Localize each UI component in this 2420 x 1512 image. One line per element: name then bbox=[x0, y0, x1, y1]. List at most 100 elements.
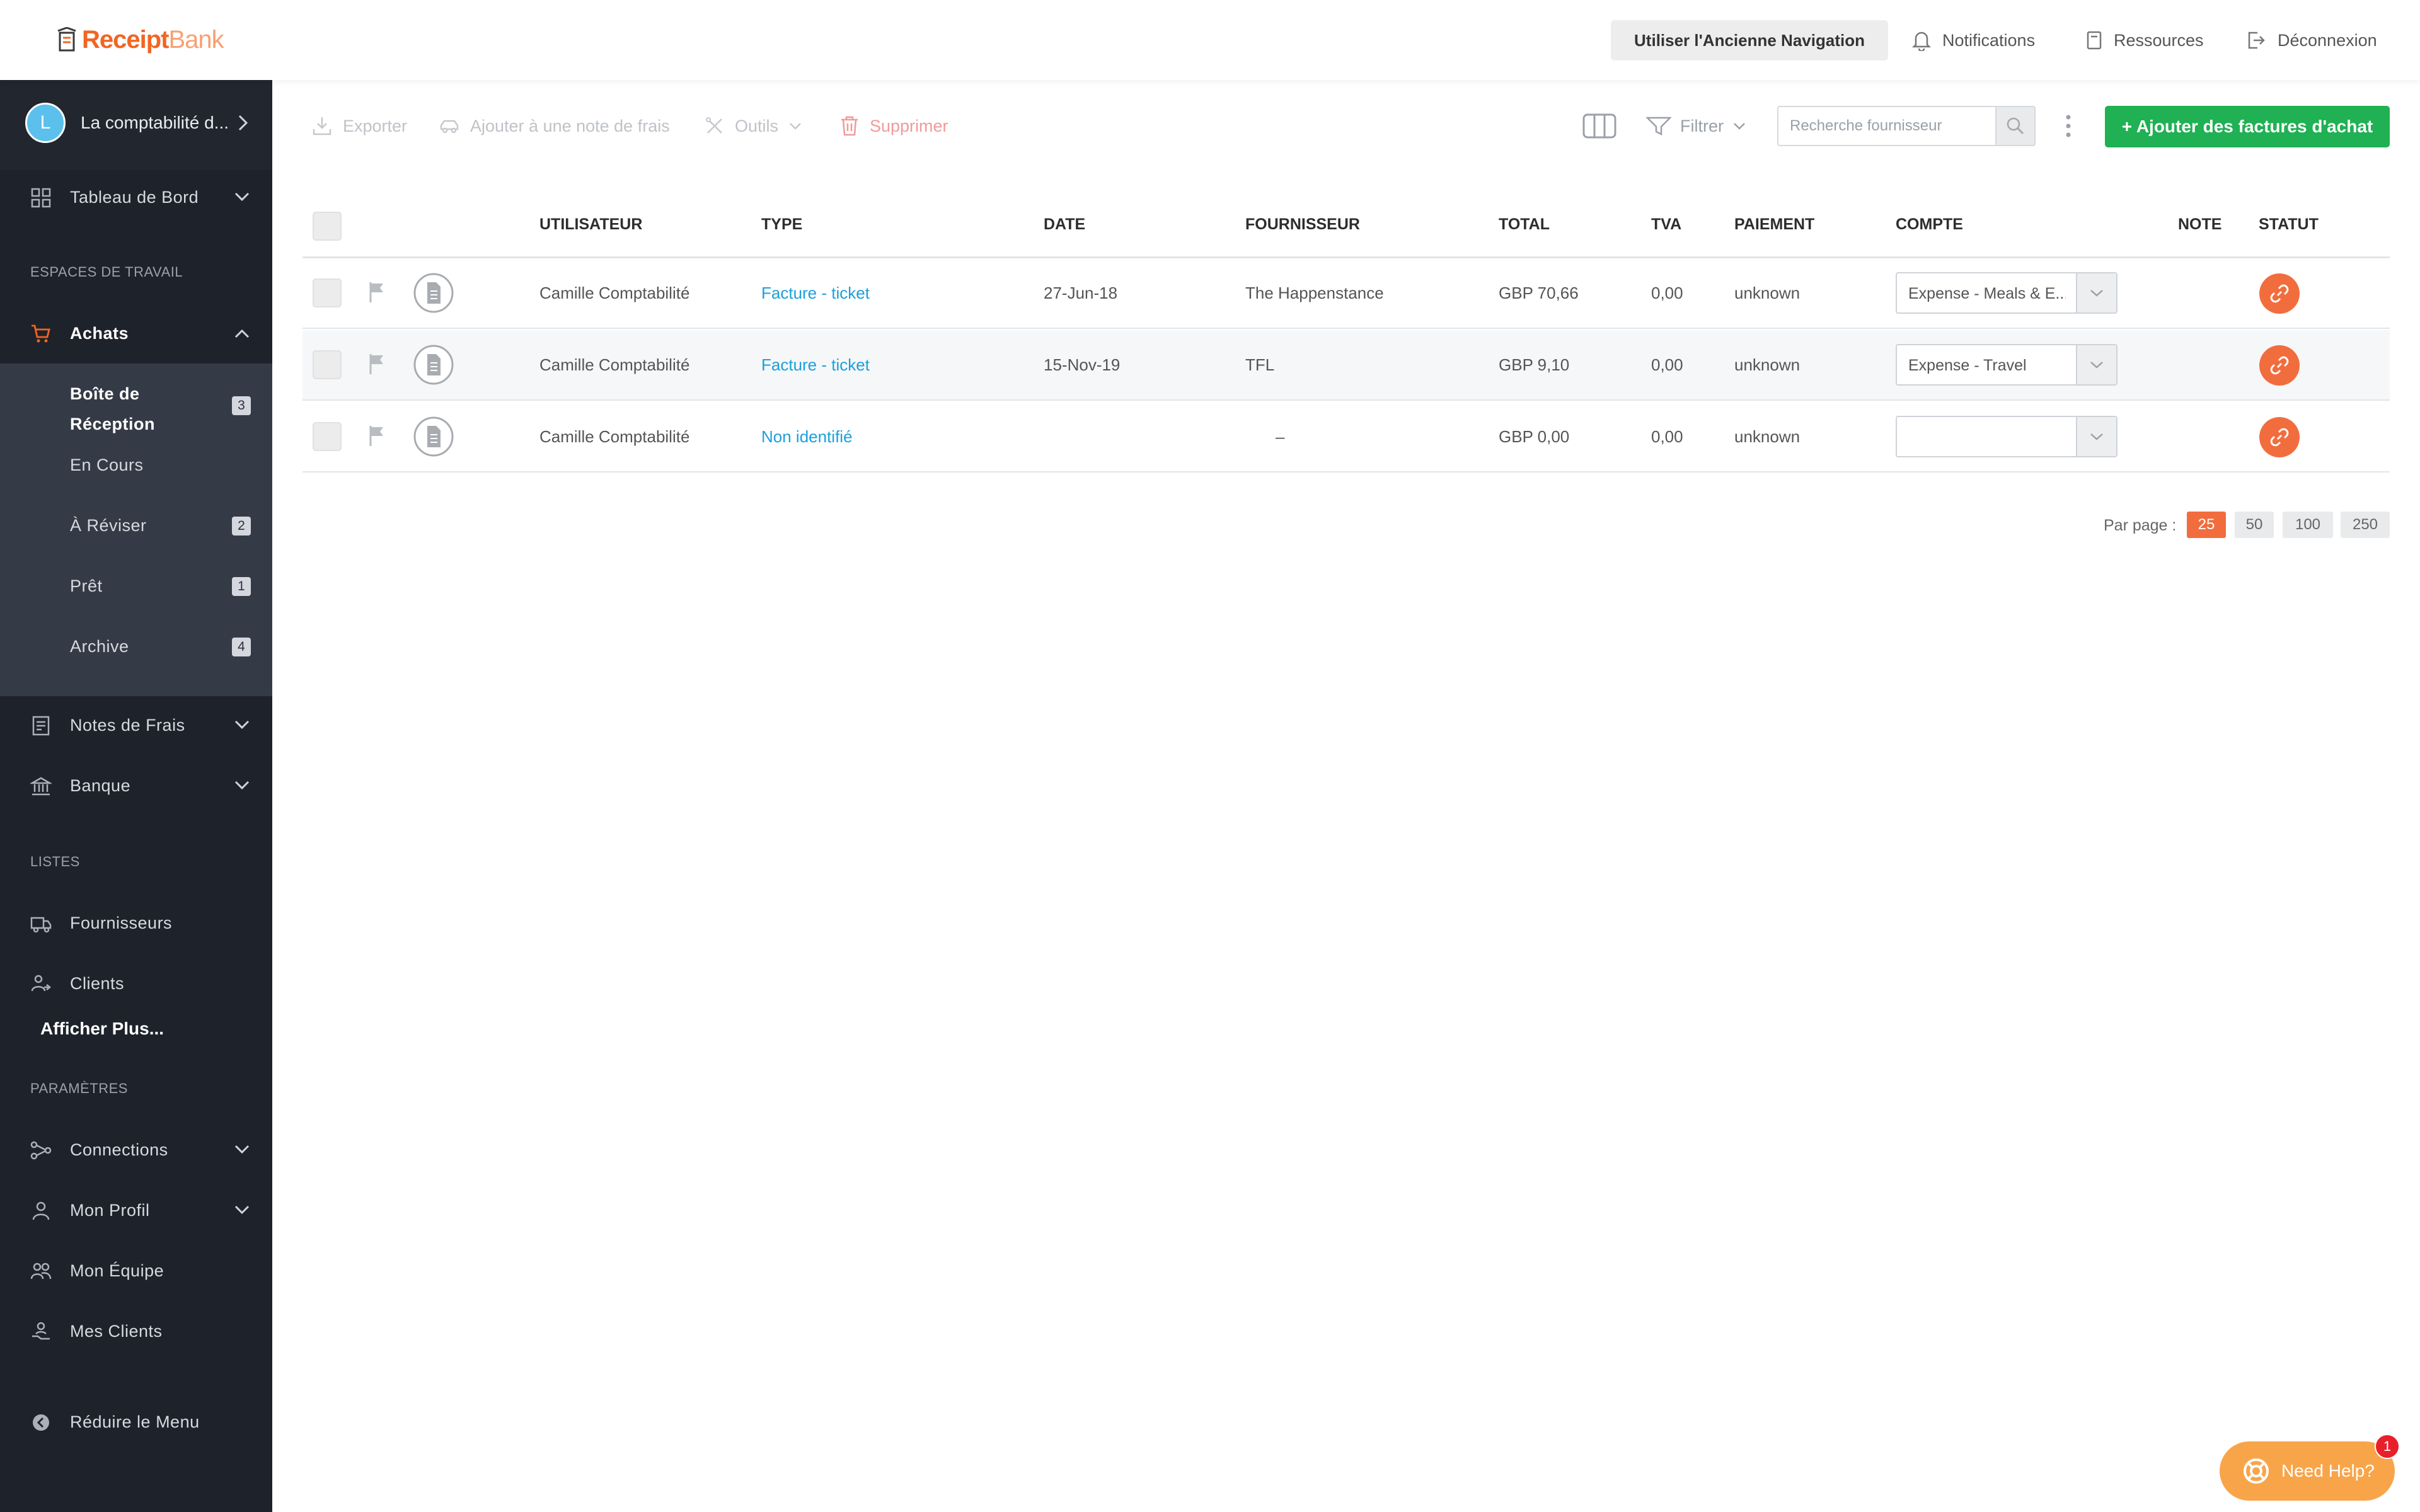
table-row[interactable]: Camille Comptabilité Facture - ticket 27… bbox=[302, 258, 2390, 329]
row-checkbox[interactable] bbox=[313, 350, 342, 379]
sidebar-item-bank[interactable]: Banque bbox=[0, 760, 272, 811]
old-navigation-button[interactable]: Utiliser l'Ancienne Navigation bbox=[1611, 20, 1888, 60]
table-row[interactable]: Camille Comptabilité Non identifié – GBP… bbox=[302, 402, 2390, 472]
document-icon[interactable] bbox=[413, 344, 454, 386]
status-link-button[interactable] bbox=[2259, 345, 2300, 386]
count-badge: 4 bbox=[232, 638, 251, 656]
sidebar-item-inbox[interactable]: Boîte de Réception 3 bbox=[0, 375, 272, 438]
sidebar-item-label: Boîte de Réception bbox=[70, 384, 156, 433]
column-header-account[interactable]: COMPTE bbox=[1896, 215, 1963, 234]
tools-dropdown[interactable]: Outils bbox=[705, 106, 802, 146]
account-select-arrow[interactable] bbox=[2076, 273, 2116, 312]
sidebar: L La comptabilité d... Tableau de Bord E… bbox=[0, 80, 272, 1512]
status-link-button[interactable] bbox=[2259, 273, 2300, 314]
sidebar-item-my-team[interactable]: Mon Équipe bbox=[0, 1246, 272, 1296]
search-button[interactable] bbox=[1995, 106, 2036, 146]
resources-link[interactable]: Ressources bbox=[2086, 20, 2204, 60]
sidebar-item-my-profile[interactable]: Mon Profil bbox=[0, 1185, 272, 1235]
sidebar-item-purchases[interactable]: Achats bbox=[0, 308, 272, 358]
per-page-option-100[interactable]: 100 bbox=[2283, 512, 2333, 538]
sidebar-item-archive[interactable]: Archive 4 bbox=[0, 628, 272, 666]
document-icon[interactable] bbox=[413, 272, 454, 314]
filter-dropdown[interactable]: Filtrer bbox=[1646, 106, 1746, 146]
select-all-checkbox[interactable] bbox=[313, 212, 342, 241]
supplier-search bbox=[1777, 106, 2036, 146]
account-select[interactable]: Expense - Travel bbox=[1896, 344, 2118, 386]
column-header-user[interactable]: UTILISATEUR bbox=[539, 215, 642, 234]
sidebar-item-expense-reports[interactable]: Notes de Frais bbox=[0, 700, 272, 750]
column-header-status[interactable]: STATUT bbox=[2259, 215, 2319, 234]
sidebar-item-label: À Réviser bbox=[70, 516, 147, 535]
sidebar-item-label: Tableau de Bord bbox=[70, 187, 199, 207]
table-row[interactable]: Camille Comptabilité Facture - ticket 15… bbox=[302, 330, 2390, 401]
account-select-arrow[interactable] bbox=[2076, 345, 2116, 384]
column-header-payment[interactable]: PAIEMENT bbox=[1734, 215, 1814, 234]
row-checkbox[interactable] bbox=[313, 278, 342, 307]
notifications-label: Notifications bbox=[1942, 30, 2036, 50]
tva-cell: 0,00 bbox=[1651, 284, 1683, 302]
more-options-button[interactable] bbox=[2061, 111, 2076, 141]
need-help-button[interactable]: Need Help? bbox=[2220, 1441, 2395, 1501]
flag-icon[interactable] bbox=[368, 425, 386, 447]
total-cell: GBP 0,00 bbox=[1499, 427, 1570, 446]
purchases-submenu: Boîte de Réception 3 En Cours À Réviser 2… bbox=[0, 364, 272, 696]
payment-cell: unknown bbox=[1734, 284, 1801, 302]
sidebar-item-connections[interactable]: Connections bbox=[0, 1125, 272, 1175]
tva-cell: 0,00 bbox=[1651, 427, 1683, 446]
sidebar-item-clients[interactable]: Clients bbox=[0, 958, 272, 1009]
collapse-menu-button[interactable]: Réduire le Menu bbox=[0, 1397, 272, 1447]
sidebar-item-my-clients[interactable]: Mes Clients bbox=[0, 1306, 272, 1356]
sidebar-item-to-review[interactable]: À Réviser 2 bbox=[0, 507, 272, 545]
account-switcher[interactable]: L La comptabilité d... bbox=[0, 80, 272, 169]
sidebar-item-suppliers[interactable]: Fournisseurs bbox=[0, 898, 272, 948]
add-purchase-invoices-button[interactable]: + Ajouter des factures d'achat bbox=[2105, 106, 2390, 147]
avatar: L bbox=[25, 103, 66, 143]
sidebar-item-ready[interactable]: Prêt 1 bbox=[0, 568, 272, 605]
flag-icon[interactable] bbox=[368, 281, 386, 304]
status-link-button[interactable] bbox=[2259, 417, 2300, 457]
per-page-option-50[interactable]: 50 bbox=[2235, 512, 2274, 538]
total-cell: GBP 9,10 bbox=[1499, 355, 1570, 374]
notifications-link[interactable]: Notifications bbox=[1912, 20, 2035, 60]
account-select[interactable]: Expense - Meals & E... bbox=[1896, 272, 2118, 314]
add-to-expense-report-button[interactable]: Ajouter à une note de frais bbox=[439, 106, 670, 146]
search-input[interactable] bbox=[1777, 106, 1995, 146]
account-select[interactable] bbox=[1896, 416, 2118, 457]
supplier-cell: The Happenstance bbox=[1245, 284, 1384, 302]
sidebar-item-label: Connections bbox=[70, 1140, 168, 1159]
chevron-down-icon bbox=[2090, 433, 2103, 440]
column-header-total[interactable]: TOTAL bbox=[1499, 215, 1550, 234]
per-page-option-250[interactable]: 250 bbox=[2341, 512, 2390, 538]
flag-icon[interactable] bbox=[368, 353, 386, 375]
column-header-supplier[interactable]: FOURNISSEUR bbox=[1245, 215, 1360, 234]
per-page-option-25[interactable]: 25 bbox=[2187, 512, 2226, 538]
receipt-bank-logo[interactable]: ReceiptBank bbox=[55, 24, 224, 55]
type-link[interactable]: Facture - ticket bbox=[761, 284, 870, 303]
row-checkbox[interactable] bbox=[313, 422, 342, 451]
delete-button[interactable]: Supprimer bbox=[839, 106, 948, 146]
hand-user-icon bbox=[32, 1322, 50, 1340]
column-header-note[interactable]: NOTE bbox=[2178, 215, 2221, 234]
logout-link[interactable]: Déconnexion bbox=[2246, 20, 2377, 60]
cart-icon bbox=[32, 324, 50, 343]
sidebar-item-label: Mes Clients bbox=[70, 1321, 163, 1341]
sidebar-item-in-progress[interactable]: En Cours bbox=[0, 447, 272, 484]
show-more-link[interactable]: Afficher Plus... bbox=[40, 1019, 164, 1039]
export-button[interactable]: Exporter bbox=[311, 106, 407, 146]
user-icon bbox=[32, 1201, 50, 1220]
user-cell: Camille Comptabilité bbox=[539, 427, 690, 446]
lists-section-label: LISTES bbox=[30, 854, 80, 869]
date-cell: 15-Nov-19 bbox=[1044, 355, 1121, 374]
column-header-tva[interactable]: TVA bbox=[1651, 215, 1681, 234]
column-toggle-button[interactable] bbox=[1582, 112, 1617, 140]
document-icon[interactable] bbox=[413, 416, 454, 457]
column-header-type[interactable]: TYPE bbox=[761, 215, 802, 234]
type-link[interactable]: Non identifié bbox=[761, 427, 853, 447]
sidebar-item-dashboard[interactable]: Tableau de Bord bbox=[0, 172, 272, 222]
dashboard-icon bbox=[31, 188, 51, 208]
truck-icon bbox=[30, 917, 52, 933]
column-header-date[interactable]: DATE bbox=[1044, 215, 1085, 234]
team-icon bbox=[30, 1263, 52, 1280]
account-select-arrow[interactable] bbox=[2076, 417, 2116, 456]
type-link[interactable]: Facture - ticket bbox=[761, 355, 870, 375]
